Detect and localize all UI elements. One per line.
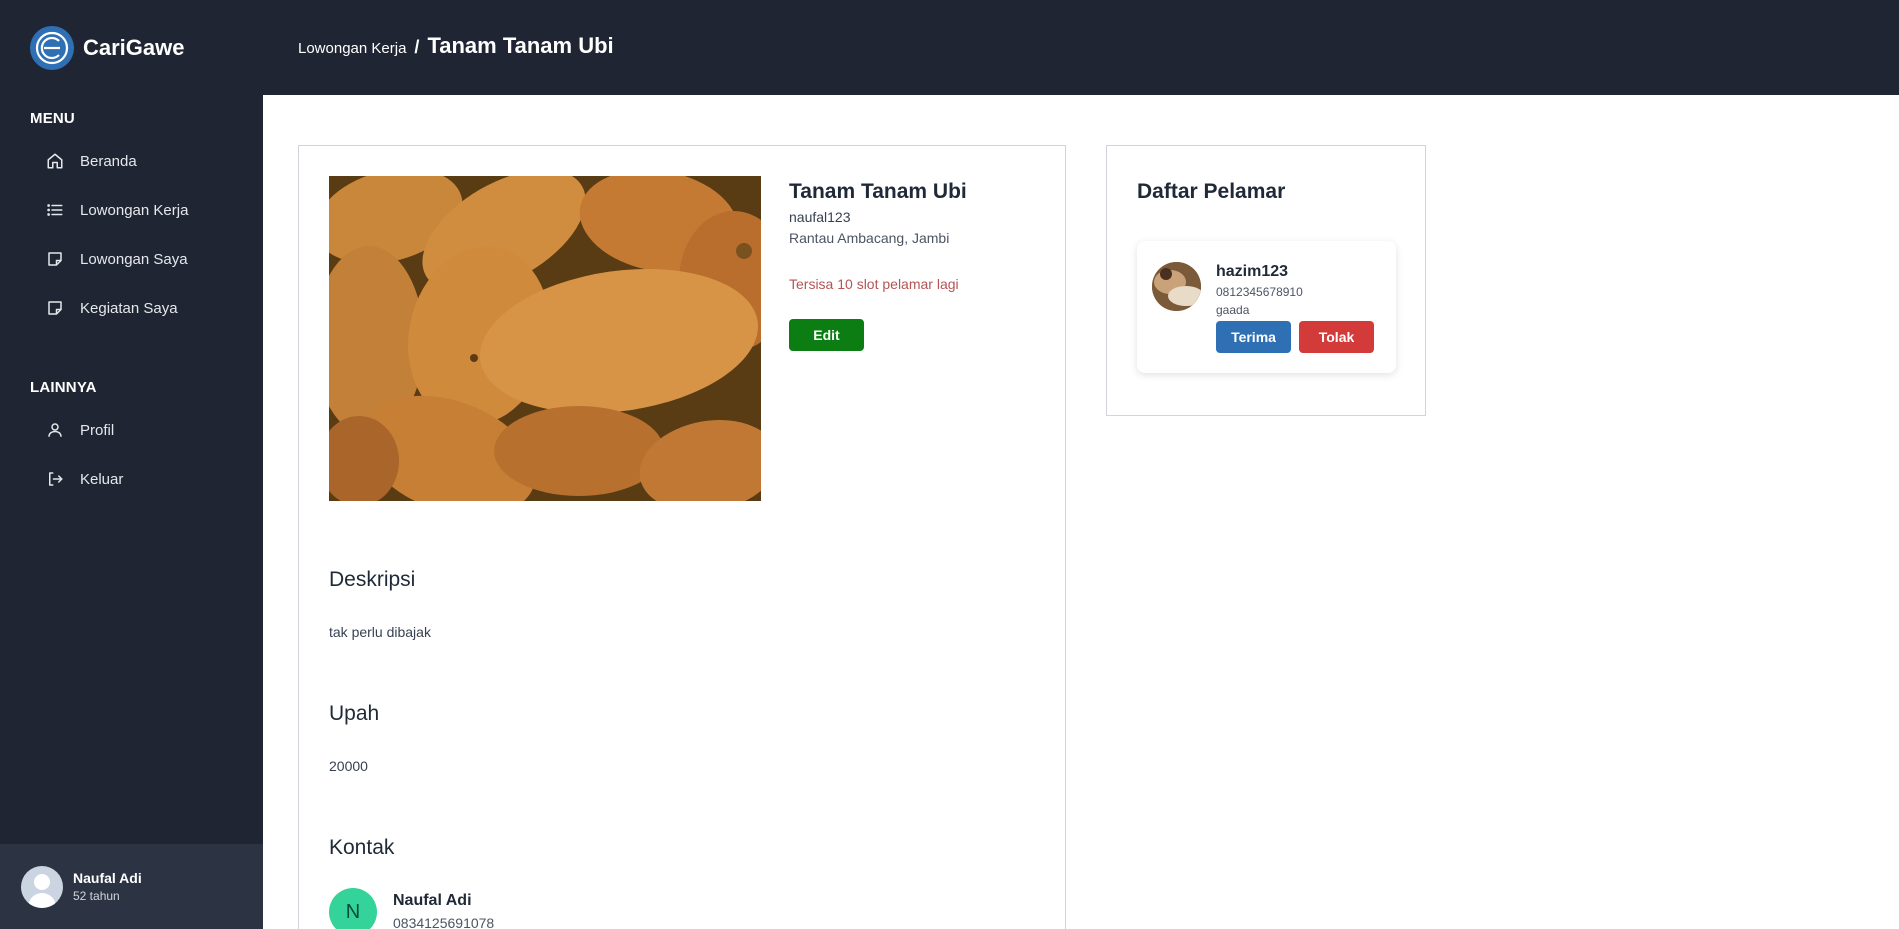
home-icon <box>46 152 64 170</box>
sidebar-item-lowongan-kerja[interactable]: Lowongan Kerja <box>46 196 188 224</box>
note-icon <box>46 250 64 268</box>
note-icon <box>46 299 64 317</box>
contact-avatar: N <box>329 888 377 929</box>
top-bar: Lowongan Kerja / Tanam Tanam Ubi <box>263 0 1899 95</box>
list-icon <box>46 201 64 219</box>
applicant-card: hazim123 0812345678910 gaada Terima Tola… <box>1137 241 1396 373</box>
wage-value: 20000 <box>329 758 368 774</box>
applicant-phone: 0812345678910 <box>1216 285 1303 299</box>
applicant-username: hazim123 <box>1216 263 1289 280</box>
brand[interactable]: CariGawe <box>30 26 185 70</box>
applicant-note: gaada <box>1216 303 1250 317</box>
breadcrumb-separator: / <box>414 37 420 57</box>
menu-section-title: MENU <box>30 110 75 127</box>
job-owner: naufal123 <box>789 209 851 225</box>
sidebar-item-kegiatan-saya[interactable]: Kegiatan Saya <box>46 294 178 322</box>
edit-button[interactable]: Edit <box>789 319 864 351</box>
sidebar-item-beranda[interactable]: Beranda <box>46 147 137 175</box>
reject-button[interactable]: Tolak <box>1299 321 1374 353</box>
page-title: Tanam Tanam Ubi <box>427 33 614 58</box>
sidebar-item-label: Beranda <box>80 152 137 170</box>
sidebar: CariGawe MENU Beranda Lowongan Kerja Low… <box>0 0 263 929</box>
avatar <box>21 865 63 908</box>
user-icon <box>46 421 64 439</box>
breadcrumb: Lowongan Kerja / Tanam Tanam Ubi <box>298 33 614 59</box>
job-title: Tanam Tanam Ubi <box>789 180 967 203</box>
sidebar-item-profil[interactable]: Profil <box>46 416 114 444</box>
other-section-title: LAINNYA <box>30 379 97 396</box>
remaining-slots-text: Tersisa 10 slot pelamar lagi <box>789 276 959 292</box>
sidebar-item-label: Profil <box>80 421 115 439</box>
applicant-avatar <box>1152 262 1201 311</box>
sidebar-item-label: Lowongan Saya <box>80 250 188 268</box>
description-heading: Deskripsi <box>329 568 416 591</box>
current-user-card[interactable]: Naufal Adi 52 tahun <box>0 844 263 929</box>
job-detail-card: Tanam Tanam Ubi naufal123 Rantau Ambacan… <box>298 145 1066 929</box>
sidebar-item-label: Kegiatan Saya <box>80 299 178 317</box>
job-image <box>329 176 761 501</box>
brand-logo-icon <box>30 26 74 70</box>
job-location: Rantau Ambacang, Jambi <box>789 230 950 246</box>
sidebar-item-label: Lowongan Kerja <box>80 201 189 219</box>
accept-button[interactable]: Terima <box>1216 321 1291 353</box>
sidebar-item-lowongan-saya[interactable]: Lowongan Saya <box>46 245 188 273</box>
sidebar-item-keluar[interactable]: Keluar <box>46 465 123 493</box>
logout-icon <box>46 470 64 488</box>
brand-name: CariGawe <box>83 35 185 60</box>
description-text: tak perlu dibajak <box>329 624 431 640</box>
contact-heading: Kontak <box>329 836 395 859</box>
applicants-panel: Daftar Pelamar hazim123 0812345678910 ga… <box>1106 145 1426 416</box>
current-user-name: Naufal Adi <box>73 870 142 886</box>
current-user-age: 52 tahun <box>73 889 120 903</box>
wage-heading: Upah <box>329 702 380 725</box>
contact-phone: 0834125691078 <box>393 915 495 929</box>
sidebar-item-label: Keluar <box>80 470 124 488</box>
contact-name: Naufal Adi <box>393 892 472 909</box>
applicants-title: Daftar Pelamar <box>1137 180 1286 203</box>
breadcrumb-parent-link[interactable]: Lowongan Kerja <box>298 40 406 57</box>
